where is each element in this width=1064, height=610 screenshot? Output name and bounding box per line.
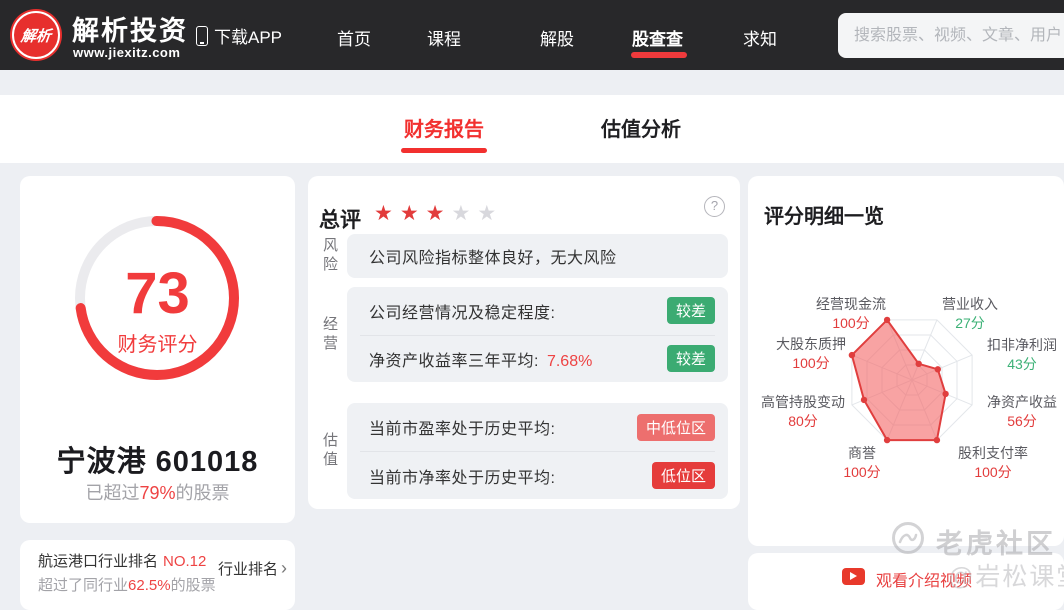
summary-row: 公司风险指标整体良好，无大风险	[360, 234, 715, 278]
radar-indicator-label: 大股东质押 100分	[776, 335, 846, 373]
radar-indicator-score: 100分	[792, 355, 830, 371]
beat-percent-line: 已超过79%的股票	[85, 483, 230, 503]
top-navbar: 解析 解析投资 www.jiexitz.com 下载APP 首页 课程 解股 股查查 求…	[0, 0, 1064, 70]
radar-indicator-score: 43分	[1007, 356, 1037, 372]
radar-indicator-score: 100分	[843, 464, 881, 480]
radar-indicator-name: 股利支付率	[958, 445, 1028, 461]
summary-row-text: 净资产收益率三年平均:	[369, 352, 539, 370]
radar-indicator-score: 100分	[974, 464, 1012, 480]
download-app-label: 下载APP	[214, 28, 283, 47]
section-box-3: 当前市盈率处于历史平均: 中低位区当前市净率处于历史平均: 低位区	[347, 403, 728, 499]
industry-rank-card: 航运港口行业排名 NO.12 超过了同行业62.5%的股票 行业排名 ›	[20, 540, 295, 610]
finance-score-label: 财务评分	[117, 334, 198, 356]
radar-indicator-label: 扣非净利润 43分	[987, 336, 1057, 374]
section-box-1: 公司风险指标整体良好，无大风险	[347, 234, 728, 278]
radar-indicator-score: 56分	[1007, 413, 1037, 429]
radar-indicator-name: 营业收入	[942, 296, 998, 312]
status-badge: 较差	[666, 297, 715, 325]
star-icon: ★	[477, 202, 497, 225]
radar-indicator-name: 高管持股变动	[761, 394, 845, 410]
summary-row: 当前市净率处于历史平均: 低位区	[360, 451, 715, 499]
summary-row-text: 公司经营情况及稳定程度:	[369, 304, 556, 322]
tab-financial-report-label: 财务报告	[404, 119, 484, 141]
finance-score-value: 73	[125, 261, 190, 326]
industry-beat-line: 超过了同行业62.5%的股票	[38, 577, 216, 594]
beat-percent-value: 79%	[139, 483, 176, 503]
tab-valuation-analysis-label: 估值分析	[601, 119, 681, 141]
nav-item-5[interactable]: 求知	[743, 25, 777, 50]
score-card: 73 财务评分 宁波港 601018 已超过79%的股票	[20, 176, 295, 523]
active-tab-underline	[401, 148, 487, 153]
score-detail-card: 评分明细一览 经营现金流 100分 营业收入 27分 扣非净利润 43分 净资产收益 56分股…	[748, 176, 1064, 546]
status-badge: 中低位区	[636, 413, 715, 441]
radar-indicator-name: 大股东质押	[776, 336, 846, 352]
tab-valuation-analysis[interactable]: 估值分析	[581, 113, 701, 142]
tab-financial-report[interactable]: 财务报告	[384, 113, 504, 153]
star-icon: ★	[451, 202, 471, 225]
industry-rank-link[interactable]: 行业排名 ›	[218, 558, 287, 579]
radar-indicator-name: 净资产收益	[987, 394, 1057, 410]
download-app-button[interactable]: 下载APP	[196, 23, 282, 48]
radar-indicator-name: 经营现金流	[816, 296, 886, 312]
chevron-right-icon: ›	[281, 558, 287, 578]
intro-video-label: 观看介绍视频	[876, 573, 973, 590]
help-icon[interactable]: ?	[704, 196, 725, 217]
summary-row: 净资产收益率三年平均: 7.68% 较差	[360, 334, 715, 383]
radar-indicator-label: 净资产收益 56分	[987, 393, 1057, 431]
summary-row: 公司经营情况及稳定程度: 较差	[360, 287, 715, 335]
radar-indicator-label: 商誉 100分	[843, 444, 880, 482]
search-box	[838, 13, 1064, 58]
nav-item-2[interactable]: 课程	[427, 25, 461, 50]
star-rating: ★ ★ ★ ★ ★	[374, 200, 496, 228]
section-label-2: 经营	[321, 315, 338, 354]
star-icon: ★	[399, 202, 419, 225]
radar-indicator-score: 27分	[955, 315, 985, 331]
nav-item-4[interactable]: 股查查	[631, 25, 687, 58]
star-icon: ★	[425, 202, 445, 225]
radar-indicator-label: 高管持股变动 80分	[761, 393, 845, 431]
search-input[interactable]	[838, 13, 1064, 58]
status-badge: 低位区	[651, 462, 715, 489]
stock-title: 宁波港 601018	[56, 446, 259, 478]
nav-active-underline	[631, 52, 687, 58]
tab-strip: 财务报告 估值分析	[0, 95, 1064, 163]
summary-row-value: 7.68%	[546, 352, 593, 370]
industry-rank-line: 航运港口行业排名 NO.12	[38, 553, 207, 570]
summary-row: 当前市盈率处于历史平均: 中低位区	[360, 403, 715, 451]
brand-title: 解析投资	[72, 16, 188, 46]
play-video-icon	[842, 568, 865, 585]
industry-beat-value: 62.5%	[128, 577, 171, 594]
radar-indicator-name: 商誉	[847, 445, 876, 461]
section-label-3: 估值	[321, 432, 338, 470]
section-box-2: 公司经营情况及稳定程度: 较差 净资产收益率三年平均: 7.68% 较差	[347, 287, 728, 382]
summary-title: 总评	[319, 209, 361, 232]
overall-summary-card: 总评 ★ ★ ★ ★ ★ ? 风险 公司风险指标整体良好，无大风险 经营 公司经营情况及稳定程…	[308, 176, 740, 509]
status-badge: 较差	[666, 345, 715, 373]
brand-logo-icon: 解析	[12, 11, 60, 59]
section-label-1: 风险	[321, 237, 338, 275]
radar-indicator-label: 营业收入 27分	[942, 295, 998, 333]
summary-row-text: 当前市盈率处于历史平均:	[369, 421, 556, 438]
intro-video-card[interactable]: 观看介绍视频	[748, 553, 1064, 610]
phone-icon	[196, 25, 208, 46]
summary-row-text: 当前市净率处于历史平均:	[369, 469, 556, 487]
radar-indicator-label: 经营现金流 100分	[816, 295, 886, 333]
nav-item-1[interactable]: 首页	[337, 25, 371, 50]
radar-indicator-score: 100分	[832, 315, 870, 331]
industry-rank-link-label: 行业排名	[217, 561, 278, 578]
industry-rank-value: NO.12	[163, 553, 207, 570]
brand-url: www.jiexitz.com	[73, 45, 181, 60]
summary-row-text: 公司风险指标整体良好，无大风险	[369, 250, 617, 267]
radar-indicator-label: 股利支付率 100分	[958, 444, 1028, 482]
nav-item-3[interactable]: 解股	[540, 25, 574, 50]
star-icon: ★	[374, 202, 393, 225]
radar-indicator-name: 扣非净利润	[987, 337, 1057, 353]
radar-indicator-score: 80分	[788, 413, 818, 429]
